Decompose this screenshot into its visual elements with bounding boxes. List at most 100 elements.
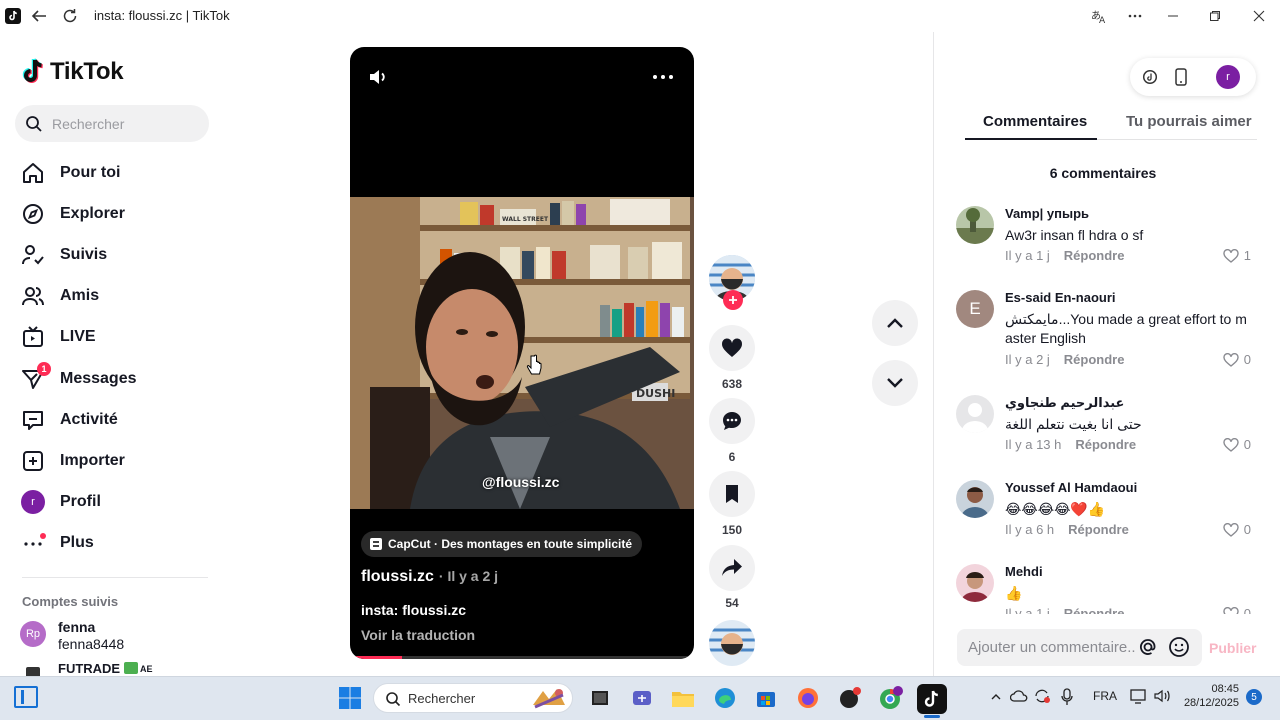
reply-button[interactable]: Répondre xyxy=(1075,437,1136,452)
video-progress-bar[interactable] xyxy=(350,656,694,659)
teams-icon[interactable] xyxy=(628,684,656,712)
reply-button[interactable]: Répondre xyxy=(1064,352,1125,367)
edge-browser-icon[interactable] xyxy=(711,684,739,712)
file-explorer-icon[interactable] xyxy=(669,684,697,712)
comment-like-button[interactable]: 0 xyxy=(1223,522,1251,537)
language-indicator[interactable]: FRA xyxy=(1093,689,1117,703)
comment-meta: Il y a 1 j Répondre xyxy=(1005,606,1124,614)
comment-time: Il y a 13 h xyxy=(1005,437,1062,452)
sidebar-search-input[interactable]: Rechercher xyxy=(15,105,209,142)
coins-icon[interactable] xyxy=(1142,69,1158,90)
active-tab-indicator xyxy=(965,138,1097,140)
comment-author[interactable]: Mehdi xyxy=(1005,564,1043,579)
comment-like-count: 1 xyxy=(1243,248,1251,263)
volume-icon[interactable] xyxy=(1153,688,1171,709)
nav-item-for-you[interactable]: Pour toi xyxy=(20,158,210,188)
followed-account-fenna[interactable]: Rp fenna fenna8448 xyxy=(20,619,210,653)
heart-outline-icon xyxy=(1223,352,1239,367)
firefox-icon[interactable] xyxy=(794,684,822,712)
comment-like-button[interactable]: 0 xyxy=(1223,437,1251,452)
search-icon xyxy=(26,116,42,132)
user-avatar[interactable]: r xyxy=(1216,65,1240,89)
comment-text: 😂😂😂😂❤️👍 xyxy=(1005,501,1106,517)
comment-author[interactable]: Vamp| упырь xyxy=(1005,206,1089,221)
reload-icon[interactable] xyxy=(60,6,80,26)
comment-time: Il y a 6 h xyxy=(1005,522,1055,537)
window-title: insta: floussi.zc | TikTok xyxy=(94,8,230,23)
at-sign-icon xyxy=(1140,639,1156,655)
tab-comments[interactable]: Commentaires xyxy=(983,113,1087,130)
tab-you-may-like[interactable]: Tu pourrais aimer xyxy=(1126,113,1252,130)
logo-text: TikTok xyxy=(50,58,124,85)
reply-button[interactable]: Répondre xyxy=(1068,522,1129,537)
app-icon[interactable] xyxy=(836,684,864,712)
back-arrow-icon[interactable] xyxy=(29,6,49,26)
avatar: Rp xyxy=(20,621,46,647)
avatar[interactable] xyxy=(956,480,994,518)
followed-name: FUTRADE xyxy=(58,661,121,676)
comment-author[interactable]: Youssef Al Hamdaoui xyxy=(1005,480,1137,495)
music-disc-avatar[interactable] xyxy=(709,620,755,666)
heart-outline-icon xyxy=(1223,248,1239,263)
comment-time: Il y a 2 j xyxy=(1005,352,1050,367)
active-app-indicator xyxy=(924,715,940,718)
avatar[interactable]: E xyxy=(956,290,994,328)
comment-text: حتى انا بغيت نتعلم اللغة xyxy=(1005,416,1142,432)
chevron-up-icon[interactable] xyxy=(990,690,1002,708)
add-comment-input[interactable]: Ajouter un commentaire... xyxy=(957,629,1202,666)
device-icon[interactable] xyxy=(1174,68,1188,91)
emoji-button[interactable] xyxy=(1168,636,1190,658)
see-translation-link[interactable]: Voir la traduction xyxy=(361,627,475,643)
clock-date: 28/12/2025 xyxy=(1183,697,1239,709)
mention-button[interactable] xyxy=(1137,636,1159,658)
comment-like-button[interactable]: 0 xyxy=(1223,352,1251,367)
windows-start-icon[interactable] xyxy=(338,686,362,715)
comment-author[interactable]: Es-said En-naouri xyxy=(1005,290,1116,305)
followed-account-futrade[interactable]: FUTRADE AE xyxy=(20,661,210,677)
video-more-icon[interactable] xyxy=(652,69,674,90)
network-icon[interactable] xyxy=(1130,688,1148,709)
store-icon[interactable] xyxy=(752,684,780,712)
search-placeholder: Rechercher xyxy=(52,116,125,132)
tiktok-taskbar-icon[interactable] xyxy=(917,684,947,714)
task-view-icon[interactable] xyxy=(586,684,614,712)
comment-meta: Il y a 1 j Répondre xyxy=(1005,248,1124,263)
avatar[interactable] xyxy=(956,206,994,244)
tiktok-logo[interactable]: TikTok xyxy=(22,56,124,88)
volume-icon[interactable] xyxy=(368,67,390,92)
comment-item: Vamp| упырь Aw3r insan fl hdra o sf Il y… xyxy=(955,206,1255,276)
comment-like-button[interactable]: 0 xyxy=(1223,606,1251,614)
minimize-icon[interactable] xyxy=(1163,6,1183,26)
avatar[interactable] xyxy=(956,564,994,602)
more-options-icon[interactable] xyxy=(1125,6,1145,26)
notification-badge[interactable]: 5 xyxy=(1246,689,1262,705)
reply-button[interactable]: Répondre xyxy=(1064,248,1125,263)
taskbar-clock[interactable]: 08:45 28/12/2025 xyxy=(1183,683,1239,709)
widgets-icon[interactable] xyxy=(14,686,38,708)
comment-time: Il y a 1 j xyxy=(1005,606,1050,614)
comment-like-count: 0 xyxy=(1243,352,1251,367)
microphone-icon[interactable] xyxy=(1060,688,1074,711)
comment-item: عبدالرحيم طنجاوي حتى انا بغيت نتعلم اللغ… xyxy=(955,395,1255,465)
taskbar-search-input[interactable]: Rechercher xyxy=(373,683,573,713)
reply-button[interactable]: Répondre xyxy=(1064,606,1125,614)
comment-author[interactable]: عبدالرحيم طنجاوي xyxy=(1005,395,1124,411)
followed-suffix: AE xyxy=(140,664,153,674)
search-icon xyxy=(386,692,401,707)
chrome-icon[interactable] xyxy=(877,684,905,712)
sync-icon[interactable] xyxy=(1033,688,1051,709)
clock-time: 08:45 xyxy=(1211,683,1239,695)
comment-text: 👍 xyxy=(1005,585,1023,601)
tiktok-note-icon xyxy=(22,58,43,83)
translate-icon[interactable]: あA xyxy=(1089,6,1109,26)
restore-icon[interactable] xyxy=(1205,6,1225,26)
cloud-icon[interactable] xyxy=(1009,688,1028,709)
publish-button[interactable]: Publier xyxy=(1209,640,1256,656)
smiley-icon xyxy=(1169,637,1189,657)
close-icon[interactable] xyxy=(1249,6,1269,26)
comment-like-button[interactable]: 1 xyxy=(1223,248,1251,263)
add-comment-placeholder: Ajouter un commentaire... xyxy=(968,639,1140,656)
avatar[interactable] xyxy=(956,395,994,433)
taskbar-search-placeholder: Rechercher xyxy=(408,691,476,706)
followed-name: fenna xyxy=(58,619,96,635)
